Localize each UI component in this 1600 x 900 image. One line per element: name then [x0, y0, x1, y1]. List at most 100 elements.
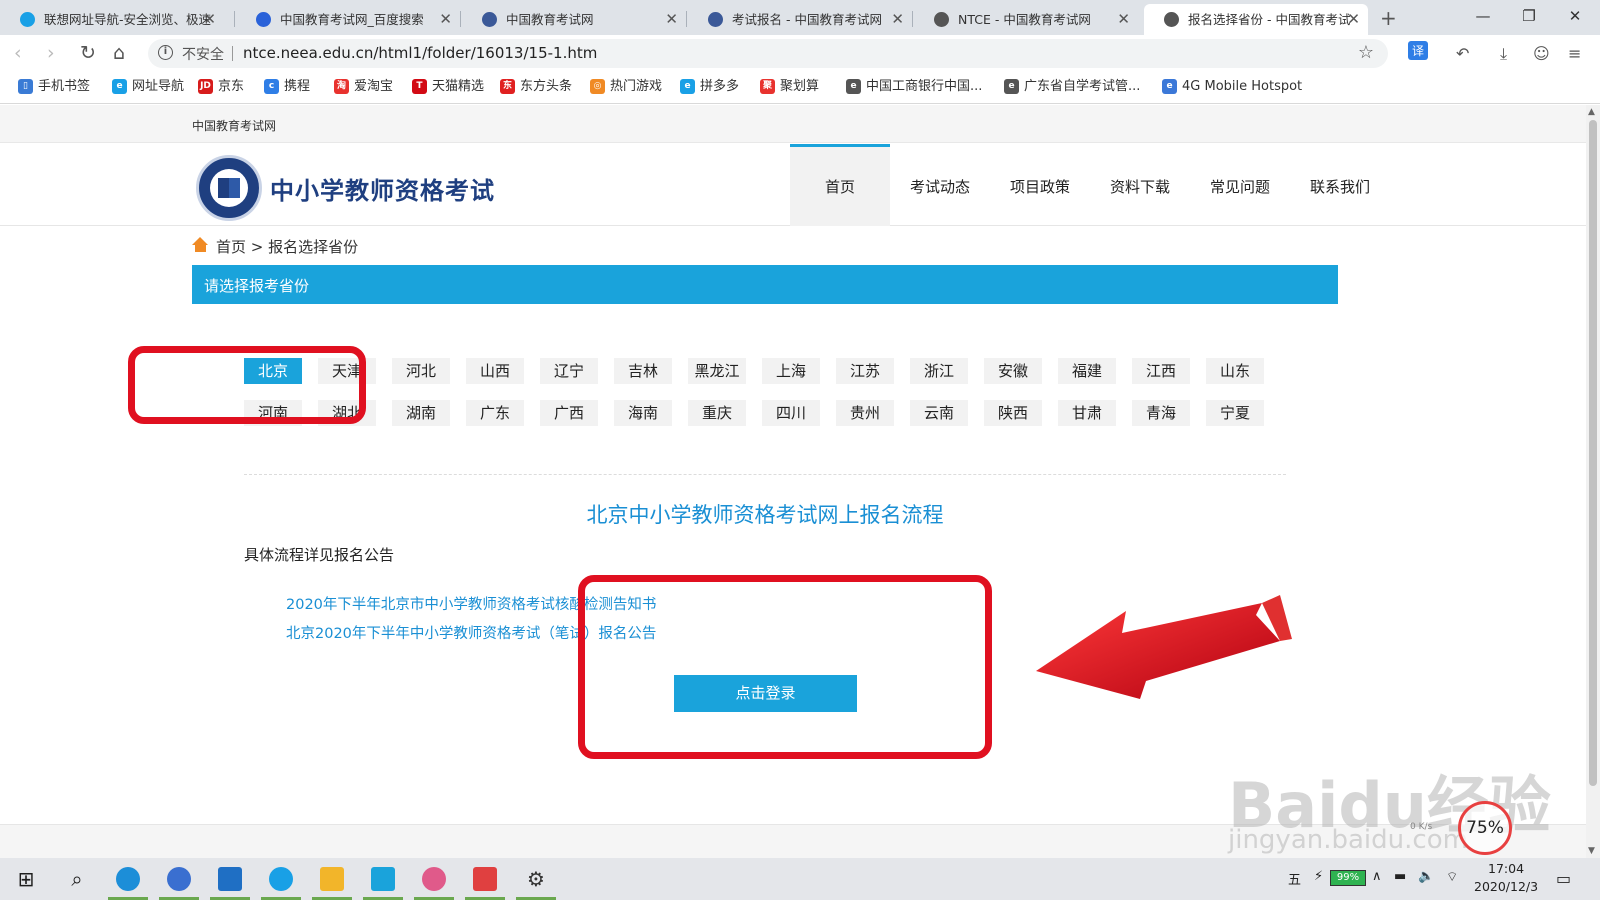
- volume-icon[interactable]: 🔈: [1418, 869, 1434, 884]
- browser-tab[interactable]: 报名选择省份 - 中国教育考试 ✕: [1144, 4, 1368, 35]
- province-option[interactable]: 陕西: [984, 400, 1042, 426]
- bookmark-item[interactable]: 东东方头条: [500, 78, 572, 96]
- province-option[interactable]: 浙江: [910, 358, 968, 384]
- bookmark-item[interactable]: 聚聚划算: [760, 78, 819, 96]
- back-icon[interactable]: ‹: [14, 41, 22, 65]
- bookmark-item[interactable]: c 携程: [264, 78, 310, 96]
- province-option[interactable]: 山东: [1206, 358, 1264, 384]
- province-option[interactable]: 山西: [466, 358, 524, 384]
- bookmark-item[interactable]: ▯ 手机书签: [18, 78, 90, 96]
- nav-item[interactable]: 资料下载: [1090, 144, 1190, 226]
- close-window-button[interactable]: ✕: [1552, 0, 1598, 35]
- province-option[interactable]: 广东: [466, 400, 524, 426]
- info-icon[interactable]: i: [158, 45, 173, 60]
- taskbar-store-icon[interactable]: [359, 858, 407, 900]
- download-icon[interactable]: ⤓: [1500, 44, 1507, 64]
- security-label[interactable]: 不安全: [182, 44, 224, 64]
- undo-icon[interactable]: ↶: [1456, 44, 1469, 63]
- nav-item[interactable]: 项目政策: [990, 144, 1090, 226]
- site-logo[interactable]: [196, 155, 262, 221]
- province-option[interactable]: 海南: [614, 400, 672, 426]
- scroll-up-icon[interactable]: ▲: [1588, 107, 1595, 117]
- province-option[interactable]: 江西: [1132, 358, 1190, 384]
- translate-icon[interactable]: 译: [1408, 41, 1429, 60]
- battery-icon[interactable]: ▬: [1394, 869, 1406, 884]
- nav-item[interactable]: 首页: [790, 144, 890, 226]
- url-text[interactable]: ntce.neea.edu.cn/html1/folder/16013/15-1…: [243, 44, 597, 62]
- browser-tab[interactable]: 中国教育考试网 ✕: [462, 4, 686, 35]
- maximize-button[interactable]: ❐: [1506, 0, 1552, 35]
- province-option[interactable]: 江苏: [836, 358, 894, 384]
- notification-icon[interactable]: ▭: [1556, 869, 1571, 888]
- province-option[interactable]: 云南: [910, 400, 968, 426]
- home-icon[interactable]: ⌂: [113, 41, 125, 65]
- bookmark-item[interactable]: e 中国工商银行中国...: [846, 78, 982, 96]
- taskbar-browser-icon[interactable]: [257, 858, 305, 900]
- tab-close-icon[interactable]: ✕: [203, 4, 216, 35]
- province-option[interactable]: 广西: [540, 400, 598, 426]
- minimize-button[interactable]: —: [1460, 0, 1506, 35]
- bookmark-item[interactable]: T 天猫精选: [412, 78, 484, 96]
- tab-close-icon[interactable]: ✕: [665, 4, 678, 35]
- bookmark-item[interactable]: JD 京东: [198, 78, 244, 96]
- vertical-scrollbar[interactable]: ▲ ▼: [1586, 105, 1600, 858]
- taskbar-windows-start-icon[interactable]: ⊞: [2, 858, 50, 900]
- forward-icon[interactable]: ›: [47, 41, 55, 65]
- scroll-thumb[interactable]: [1589, 120, 1597, 786]
- province-option[interactable]: 上海: [762, 358, 820, 384]
- province-option[interactable]: 宁夏: [1206, 400, 1264, 426]
- taskbar-file-explorer-icon[interactable]: [308, 858, 356, 900]
- province-option[interactable]: 重庆: [688, 400, 746, 426]
- ime-indicator[interactable]: 五: [1288, 869, 1301, 888]
- province-option[interactable]: 贵州: [836, 400, 894, 426]
- bookmark-item[interactable]: e 广东省自学考试管...: [1004, 78, 1140, 96]
- speed-widget[interactable]: 75%: [1458, 801, 1512, 855]
- taskbar-search-icon[interactable]: ⌕: [53, 858, 101, 900]
- province-option[interactable]: 四川: [762, 400, 820, 426]
- breadcrumb-home[interactable]: 首页: [216, 238, 246, 256]
- browser-tab[interactable]: 联想网址导航-安全浏览、极速 ✕: [0, 4, 224, 35]
- province-option[interactable]: 吉林: [614, 358, 672, 384]
- province-option[interactable]: 辽宁: [540, 358, 598, 384]
- tab-close-icon[interactable]: ✕: [891, 4, 904, 35]
- taskbar-lenovo-icon[interactable]: [155, 858, 203, 900]
- bookmark-item[interactable]: e 4G Mobile Hotspot: [1162, 78, 1302, 96]
- browser-tab[interactable]: 考试报名 - 中国教育考试网 ✕: [688, 4, 912, 35]
- reload-icon[interactable]: ↻: [80, 41, 96, 65]
- profile-icon[interactable]: ☺: [1533, 44, 1550, 63]
- topbar-site-name[interactable]: 中国教育考试网: [192, 117, 276, 134]
- province-option[interactable]: 黑龙江: [688, 358, 746, 384]
- browser-tab[interactable]: 中国教育考试网_百度搜索 ✕: [236, 4, 460, 35]
- address-bar[interactable]: i 不安全 ntce.neea.edu.cn/html1/folder/1601…: [148, 39, 1388, 68]
- tab-close-icon[interactable]: ✕: [439, 4, 452, 35]
- bookmark-item[interactable]: e 拼多多: [680, 78, 739, 96]
- system-clock[interactable]: 17:04 2020/12/3: [1474, 860, 1538, 896]
- taskbar-mail-icon[interactable]: [206, 858, 254, 900]
- wifi-icon[interactable]: ⌔: [1446, 869, 1458, 885]
- tray-chevron-icon[interactable]: ∧: [1372, 869, 1382, 884]
- province-option[interactable]: 福建: [1058, 358, 1116, 384]
- tab-close-icon[interactable]: ✕: [1347, 4, 1360, 35]
- taskbar-paint-icon[interactable]: [410, 858, 458, 900]
- taskbar-recorder-icon[interactable]: [461, 858, 509, 900]
- province-option[interactable]: 湖南: [392, 400, 450, 426]
- nav-item[interactable]: 联系我们: [1290, 144, 1390, 226]
- nav-item[interactable]: 考试动态: [890, 144, 990, 226]
- tab-close-icon[interactable]: ✕: [1117, 4, 1130, 35]
- province-option[interactable]: 甘肃: [1058, 400, 1116, 426]
- scroll-down-icon[interactable]: ▼: [1588, 846, 1595, 856]
- province-option[interactable]: 青海: [1132, 400, 1190, 426]
- menu-icon[interactable]: ≡: [1568, 44, 1581, 63]
- taskbar-edge-icon[interactable]: [104, 858, 152, 900]
- bookmark-item[interactable]: ◎ 热门游戏: [590, 78, 662, 96]
- new-tab-button[interactable]: +: [1380, 4, 1397, 32]
- browser-tab[interactable]: NTCE - 中国教育考试网 ✕: [914, 4, 1138, 35]
- bookmark-item[interactable]: e 网址导航: [112, 78, 184, 96]
- battery-indicator[interactable]: 99%: [1330, 870, 1366, 886]
- province-option[interactable]: 河北: [392, 358, 450, 384]
- bookmark-star-icon[interactable]: ☆: [1358, 42, 1374, 63]
- nav-item[interactable]: 常见问题: [1190, 144, 1290, 226]
- bookmark-item[interactable]: 淘爱淘宝: [334, 78, 393, 96]
- province-option[interactable]: 安徽: [984, 358, 1042, 384]
- taskbar-settings-icon[interactable]: ⚙: [512, 858, 560, 900]
